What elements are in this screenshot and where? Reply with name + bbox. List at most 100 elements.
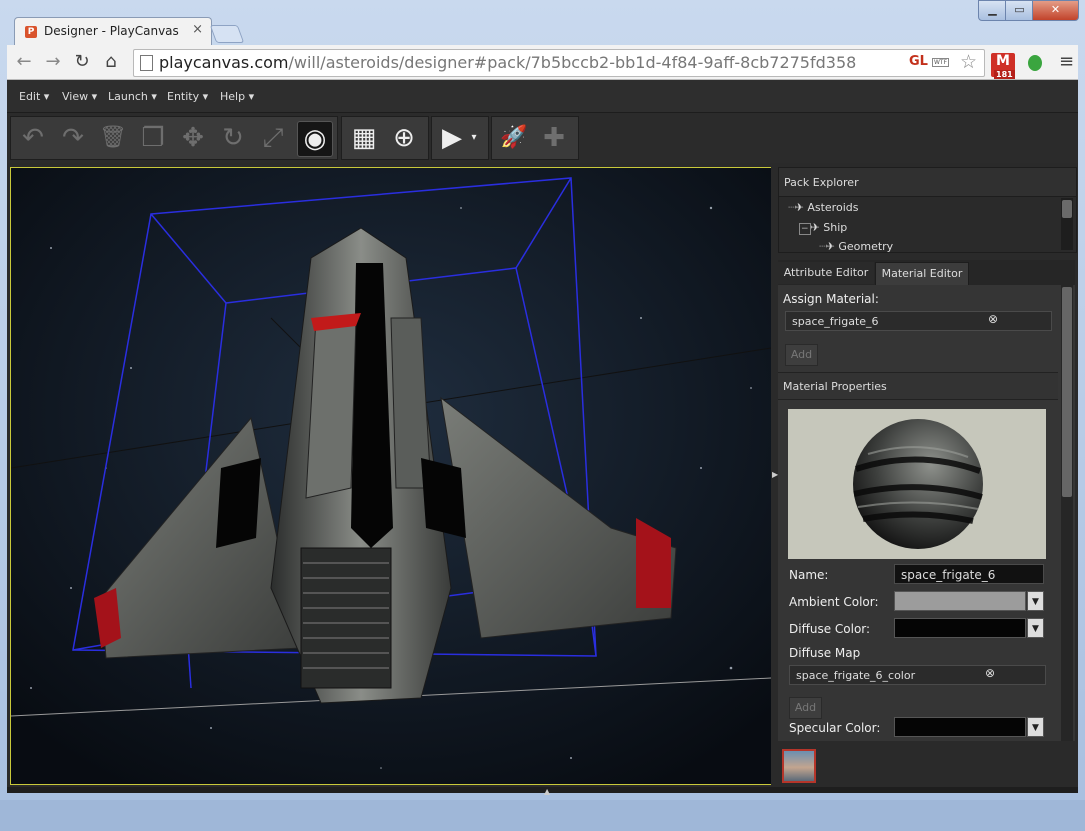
grid-icon[interactable]: ▦: [346, 117, 382, 159]
material-name-label: Name:: [789, 568, 829, 582]
rocket-icon[interactable]: 🚀: [496, 117, 532, 159]
clear-material-icon[interactable]: ⊗: [988, 312, 998, 326]
material-editor-panel: Assign Material: space_frigate_6 ⊗ Add M…: [778, 285, 1075, 741]
tab-material-editor[interactable]: Material Editor: [875, 262, 969, 285]
tree-item-label: Ship: [823, 221, 848, 234]
diffuse-color-label: Diffuse Color:: [789, 622, 871, 636]
right-panel: Pack Explorer ┄✈ Asteroids − ✈ Ship ┄✈ Ge…: [778, 167, 1077, 831]
world-space-icon[interactable]: ◉: [297, 121, 333, 157]
address-bar[interactable]: playcanvas.com/will/asteroids/designer#p…: [133, 49, 985, 77]
reload-icon[interactable]: ↻: [71, 51, 93, 73]
bottom-splitter-arrow-icon[interactable]: ▲: [544, 787, 550, 796]
pack-tree: ┄✈ Asteroids − ✈ Ship ┄✈ Geometry: [778, 196, 1077, 253]
collaborators-bar: [778, 745, 1075, 793]
forward-arrow-icon[interactable]: →: [42, 51, 64, 73]
entity-rocket-icon: ✈: [825, 240, 835, 253]
view-tools-group: ▦ ⊕: [341, 116, 429, 160]
undo-icon[interactable]: ↶: [15, 117, 51, 159]
specular-color-dropdown-icon[interactable]: ▼: [1027, 717, 1044, 737]
pack-explorer-title: Pack Explorer: [784, 176, 859, 189]
assigned-material-field[interactable]: space_frigate_6: [785, 311, 1052, 331]
tab-close-icon[interactable]: ×: [192, 22, 203, 37]
menu-view[interactable]: View ▾: [62, 90, 97, 103]
url-path: /will/asteroids/designer#pack/7b5bccb2-b…: [288, 53, 857, 72]
wtf-extension-icon[interactable]: WTF: [932, 58, 950, 67]
material-name-value: space_frigate_6: [901, 568, 996, 582]
assigned-material-value: space_frigate_6: [792, 315, 879, 328]
add-diffuse-map-button[interactable]: Add: [789, 697, 822, 719]
evernote-icon[interactable]: [1028, 55, 1042, 71]
menu-entity[interactable]: Entity ▾: [167, 90, 208, 103]
play-tools-group: ▶ ▾: [431, 116, 489, 160]
puzzle-icon[interactable]: ✚: [536, 117, 572, 159]
diffuse-map-label: Diffuse Map: [789, 646, 861, 660]
bookmark-star-icon[interactable]: ☆: [960, 51, 977, 73]
menu-help[interactable]: Help ▾: [220, 90, 254, 103]
tree-item-asteroids[interactable]: ┄✈ Asteroids: [788, 201, 858, 214]
diffuse-map-value: space_frigate_6_color: [796, 669, 916, 682]
tab-title: Designer - PlayCanvas: [44, 24, 179, 38]
entity-rocket-icon: ✈: [794, 201, 804, 214]
specular-color-label: Specular Color:: [789, 721, 881, 735]
scale-icon[interactable]: ⤢: [255, 117, 291, 159]
tree-item-label: Asteroids: [807, 201, 859, 214]
duplicate-icon[interactable]: ❐: [135, 117, 171, 159]
editor-tabs: Attribute Editor Material Editor: [778, 260, 1075, 286]
back-arrow-icon[interactable]: ←: [13, 51, 35, 73]
ambient-color-label: Ambient Color:: [789, 595, 879, 609]
rotate-icon[interactable]: ↻: [215, 117, 251, 159]
tree-item-ship[interactable]: − ✈ Ship: [799, 221, 848, 235]
home-icon[interactable]: ⌂: [100, 51, 122, 73]
assign-material-label: Assign Material:: [783, 292, 879, 306]
play-dropdown-icon[interactable]: ▾: [464, 117, 484, 159]
diffuse-color-swatch[interactable]: [894, 618, 1026, 638]
bottom-splitter[interactable]: [7, 787, 1078, 793]
tree-scrollbar-thumb[interactable]: [1062, 200, 1072, 218]
edit-tools-group: ↶ ↷ 🗑 ❐ ✥ ↻ ⤢ ◉: [10, 116, 338, 160]
maximize-button[interactable]: ▭: [1005, 0, 1034, 21]
url-text: playcanvas.com/will/asteroids/designer#p…: [159, 53, 856, 72]
editor-scrollbar-thumb[interactable]: [1062, 287, 1072, 497]
publish-tools-group: 🚀 ✚: [491, 116, 579, 160]
translate-icon[interactable]: ✥: [175, 117, 211, 159]
browser-tab[interactable]: P Designer - PlayCanvas ×: [14, 17, 212, 47]
ambient-color-swatch[interactable]: [894, 591, 1026, 611]
user-avatar[interactable]: [782, 749, 816, 783]
gl-extension-icon[interactable]: GL: [909, 54, 928, 69]
material-sphere-preview: [853, 419, 983, 549]
tree-item-label: Geometry: [838, 240, 894, 253]
redo-icon[interactable]: ↷: [55, 117, 91, 159]
add-material-button[interactable]: Add: [785, 344, 818, 366]
diffuse-map-field[interactable]: space_frigate_6_color: [789, 665, 1046, 685]
menu-edit[interactable]: Edit ▾: [19, 90, 49, 103]
material-properties-header[interactable]: Material Properties: [778, 372, 1058, 400]
browser-toolbar: ← → ↻ ⌂ playcanvas.com/will/asteroids/de…: [7, 45, 1078, 80]
tool-bar: ↶ ↷ 🗑 ❐ ✥ ↻ ⤢ ◉ ▦ ⊕ ▶ ▾ 🚀 ✚: [7, 113, 1078, 163]
gmail-unread-count: 181: [994, 70, 1015, 79]
scene-viewport[interactable]: [10, 167, 772, 785]
tab-attribute-editor[interactable]: Attribute Editor: [778, 262, 874, 284]
designer-app: Edit ▾ View ▾ Launch ▾ Entity ▾ Help ▾ ↶…: [7, 80, 1078, 796]
specular-color-swatch[interactable]: [894, 717, 1026, 737]
tree-item-geometry[interactable]: ┄✈ Geometry: [819, 240, 893, 253]
material-preview: [788, 409, 1046, 559]
tree-scrollbar[interactable]: [1061, 198, 1073, 250]
menu-bar: Edit ▾ View ▾ Launch ▾ Entity ▾ Help ▾: [7, 80, 1078, 113]
zoom-icon[interactable]: ⊕: [386, 117, 422, 159]
material-name-input[interactable]: space_frigate_6: [894, 564, 1044, 584]
page-icon: [140, 55, 153, 71]
pack-explorer-header: Pack Explorer: [778, 167, 1077, 197]
clear-diffuse-map-icon[interactable]: ⊗: [985, 666, 995, 680]
delete-icon[interactable]: 🗑: [95, 117, 131, 159]
scene-render: [11, 168, 771, 784]
window-close-button[interactable]: ✕: [1032, 0, 1079, 21]
ambient-color-dropdown-icon[interactable]: ▼: [1027, 591, 1044, 611]
url-host: playcanvas.com: [159, 53, 289, 72]
editor-scrollbar[interactable]: [1061, 285, 1073, 741]
menu-launch[interactable]: Launch ▾: [108, 90, 157, 103]
diffuse-color-dropdown-icon[interactable]: ▼: [1027, 618, 1044, 638]
browser-menu-icon[interactable]: ≡: [1059, 51, 1074, 72]
minimize-button[interactable]: ▁: [978, 0, 1007, 21]
material-properties-title: Material Properties: [783, 380, 887, 393]
entity-rocket-icon: ✈: [810, 221, 820, 234]
